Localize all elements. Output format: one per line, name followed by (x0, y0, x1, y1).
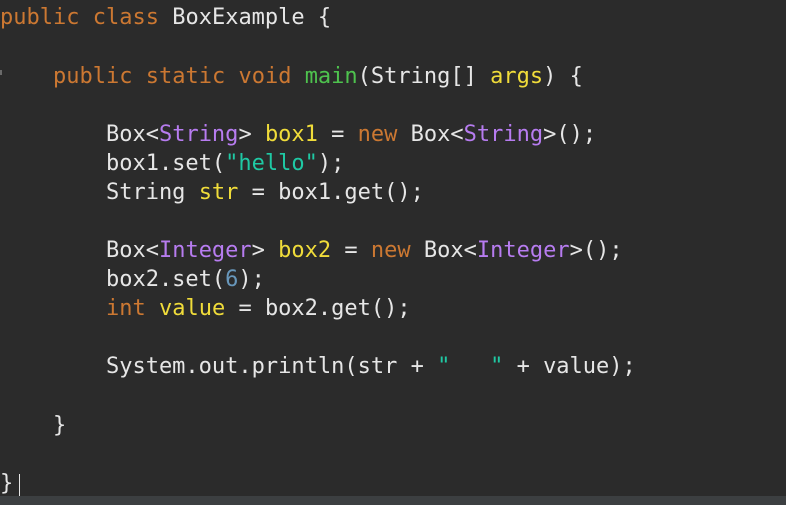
code-token-number: 6 (225, 267, 239, 292)
code-line-10: } (0, 411, 66, 440)
code-token-var: str (198, 180, 239, 205)
code-token-plain: = (331, 238, 371, 263)
code-line-5: String str = box1.get(); (0, 178, 424, 207)
code-token-type: String (158, 122, 239, 147)
code-token-plain: System.out.println(str + (0, 354, 438, 379)
code-token-plain: Box< (397, 122, 464, 147)
code-line-6: Box<Integer> box2 = new Box<Integer>(); (0, 236, 623, 265)
code-line-1: public class BoxExample { (0, 3, 331, 32)
code-line-3: Box<String> box1 = new Box<String>(); (0, 120, 596, 149)
code-token-plain: > (238, 122, 265, 147)
code-token-var: value (158, 296, 226, 321)
code-token-plain: ) { (543, 64, 583, 89)
code-token-keyword: new (357, 122, 398, 147)
code-line-2: public static void main(String[] args) { (0, 62, 583, 91)
code-token-plain: box2.set( (0, 267, 226, 292)
code-token-plain: String (0, 180, 199, 205)
code-token-method: main (304, 64, 358, 89)
code-token-plain: ); (238, 267, 265, 292)
code-token-plain: BoxExample { (158, 5, 332, 30)
code-token-keyword: public (52, 64, 133, 89)
code-token-keyword: void (238, 64, 292, 89)
code-token-plain: box1.set( (0, 151, 226, 176)
code-token-plain: } (0, 471, 14, 496)
code-token-plain: >(); (569, 238, 623, 263)
code-token-type: Integer (476, 238, 570, 263)
code-token-plain: (String[] (357, 64, 491, 89)
code-token-type: Integer (158, 238, 252, 263)
code-line-9: System.out.println(str + " " + value); (0, 352, 636, 381)
code-line-8: int value = box2.get(); (0, 294, 411, 323)
code-token-keyword: class (92, 5, 159, 30)
code-token-type: String (463, 122, 544, 147)
code-line-11: } (0, 469, 13, 498)
horizontal-scrollbar[interactable] (0, 496, 786, 505)
code-token-var: box1 (264, 122, 318, 147)
code-token-string: "hello" (225, 151, 318, 176)
code-token-plain: = (317, 122, 358, 147)
code-line-7: box2.set(6); (0, 265, 265, 294)
code-token-keyword: new (370, 238, 411, 263)
code-token-keyword: static (145, 64, 226, 89)
code-token-string: " " (437, 354, 504, 379)
code-token-var: args (490, 64, 544, 89)
code-token-plain: > (251, 238, 279, 263)
code-token-plain: = box2.get(); (225, 296, 411, 321)
code-editor[interactable]: public class BoxExample { public static … (0, 0, 786, 505)
code-token-keyword: int (105, 296, 146, 321)
code-token-plain: ); (317, 151, 345, 176)
code-token-plain: Box< (410, 238, 477, 263)
code-token-plain: + value); (503, 354, 636, 379)
code-line-4: box1.set("hello"); (0, 149, 344, 178)
code-token-plain: = box1.get(); (238, 180, 424, 205)
code-token-plain: Box< (0, 122, 159, 147)
code-token-var: box2 (278, 238, 332, 263)
code-token-plain: Box< (0, 238, 159, 263)
code-token-plain: } (0, 413, 67, 438)
code-token-keyword: public (0, 5, 80, 30)
code-token-plain: >(); (543, 122, 597, 147)
